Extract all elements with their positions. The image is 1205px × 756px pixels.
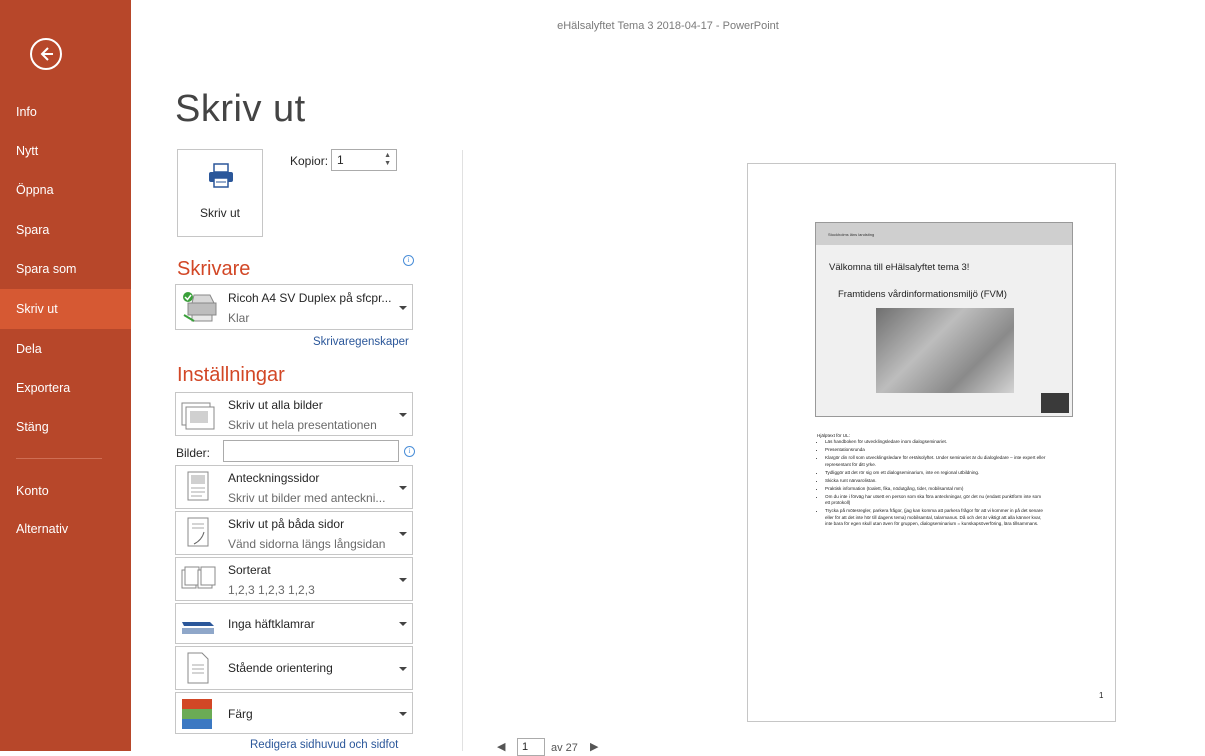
printer-heading: Skrivare bbox=[177, 258, 251, 280]
print-range-subtitle: Skriv ut hela presentationen bbox=[228, 418, 377, 432]
portrait-page-icon bbox=[180, 651, 216, 690]
slide-thumbnail: Stockholms läns landsting Välkomna till … bbox=[815, 222, 1073, 417]
duplex-subtitle: Vänd sidorna längs långsidan bbox=[228, 537, 386, 551]
notes-item: Klargör din roll som utvecklingsledare f… bbox=[825, 455, 1047, 468]
slide-title-2: Framtidens vårdinformationsmiljö (FVM) bbox=[838, 289, 1007, 300]
notes-item: Om du inte i förväg har utsett en person… bbox=[825, 494, 1047, 507]
notes-page-icon bbox=[180, 470, 216, 509]
duplex-page-icon bbox=[180, 516, 216, 555]
color-dropdown[interactable]: Färg bbox=[175, 692, 413, 734]
copies-stepper[interactable]: 1 ▲ ▼ bbox=[331, 149, 397, 171]
printer-status: Klar bbox=[228, 311, 250, 325]
sidebar-item-oppna[interactable]: Öppna bbox=[0, 170, 131, 210]
notes-item: Presentationsrunda bbox=[825, 447, 1047, 453]
stepper-arrows-icon[interactable]: ▲ ▼ bbox=[384, 152, 391, 168]
color-swatch-icon bbox=[180, 697, 216, 736]
slides-stack-icon bbox=[180, 397, 216, 436]
chevron-down-icon bbox=[399, 306, 407, 310]
sidebar-item-dela[interactable]: Dela bbox=[0, 329, 131, 369]
next-page-icon[interactable]: ▶ bbox=[590, 740, 598, 753]
info-icon[interactable]: i bbox=[404, 446, 415, 457]
print-button-label: Skriv ut bbox=[199, 206, 240, 220]
printer-name: Ricoh A4 SV Duplex på sfcpr... bbox=[228, 291, 392, 305]
edit-header-footer-link[interactable]: Redigera sidhuvud och sidfot bbox=[250, 739, 398, 751]
notes-item: Tydliggör att det rör sig om ett dialogs… bbox=[825, 470, 1047, 476]
copies-value: 1 bbox=[337, 153, 344, 167]
printer-dropdown[interactable]: Ricoh A4 SV Duplex på sfcpr... Klar bbox=[175, 284, 413, 330]
notes-item: Skicka runt närvarolistan. bbox=[825, 478, 1047, 484]
collate-pages-icon bbox=[180, 562, 216, 601]
notes-text: Hjälptext för UL: Läs handboken för utve… bbox=[817, 433, 1047, 529]
notes-item: Läs handboken för utvecklingsledare inom… bbox=[825, 439, 1047, 445]
print-button[interactable]: Skriv ut bbox=[177, 149, 263, 237]
slides-input[interactable] bbox=[223, 440, 399, 462]
print-range-title: Skriv ut alla bilder bbox=[228, 398, 323, 412]
chevron-down-icon bbox=[399, 532, 407, 536]
staple-dropdown[interactable]: Inga häftklamrar bbox=[175, 603, 413, 644]
sidebar-item-info[interactable]: Info bbox=[0, 92, 131, 132]
sidebar-item-exportera[interactable]: Exportera bbox=[0, 368, 131, 408]
print-preview-page: Stockholms läns landsting Välkomna till … bbox=[747, 163, 1116, 722]
chevron-down-icon bbox=[399, 712, 407, 716]
sidebar-item-konto[interactable]: Konto bbox=[0, 471, 131, 511]
preview-page-number: 1 bbox=[1099, 691, 1104, 700]
sidebar-item-nytt[interactable]: Nytt bbox=[0, 131, 131, 171]
chevron-down-icon bbox=[399, 667, 407, 671]
layout-dropdown[interactable]: Anteckningssidor Skriv ut bilder med ant… bbox=[175, 465, 413, 509]
pane-divider bbox=[462, 150, 463, 751]
printer-icon bbox=[206, 162, 236, 195]
chevron-down-icon bbox=[399, 578, 407, 582]
orientation-title: Stående orientering bbox=[228, 661, 333, 675]
printer-device-icon bbox=[180, 289, 220, 332]
page-title: Skriv ut bbox=[175, 88, 306, 130]
slide-photo bbox=[876, 308, 1014, 393]
notes-item: Praktisk information (toalett, fika, nöd… bbox=[825, 486, 1047, 492]
slide-title-1: Välkomna till eHälsalyftet tema 3! bbox=[829, 262, 970, 273]
copies-label: Kopior: bbox=[290, 154, 329, 168]
staple-title: Inga häftklamrar bbox=[228, 617, 315, 631]
chevron-down-icon bbox=[399, 413, 407, 417]
slides-label: Bilder: bbox=[176, 446, 211, 460]
info-icon[interactable]: i bbox=[403, 255, 414, 266]
page-count-label: av 27 bbox=[551, 742, 578, 754]
orientation-dropdown[interactable]: Stående orientering bbox=[175, 646, 413, 690]
sidebar-item-stang[interactable]: Stäng bbox=[0, 407, 131, 447]
collate-subtitle: 1,2,3 1,2,3 1,2,3 bbox=[228, 583, 315, 597]
color-title: Färg bbox=[228, 707, 253, 721]
sidebar-item-skriv-ut[interactable]: Skriv ut bbox=[0, 289, 131, 329]
layout-subtitle: Skriv ut bilder med anteckni... bbox=[228, 491, 386, 505]
settings-heading: Inställningar bbox=[177, 364, 285, 386]
chevron-down-icon bbox=[399, 622, 407, 626]
sidebar-item-alternativ[interactable]: Alternativ bbox=[0, 509, 131, 549]
duplex-title: Skriv ut på båda sidor bbox=[228, 517, 345, 531]
notes-item: Trycka på mötesregler, parkera frågor, (… bbox=[825, 508, 1047, 527]
printer-properties-link[interactable]: Skrivaregenskaper bbox=[313, 336, 409, 348]
print-range-dropdown[interactable]: Skriv ut alla bilder Skriv ut hela prese… bbox=[175, 392, 413, 436]
window-title: eHälsalyftet Tema 3 2018-04-17 - PowerPo… bbox=[557, 20, 779, 32]
chevron-down-icon bbox=[399, 486, 407, 490]
back-arrow-icon[interactable] bbox=[30, 38, 62, 70]
sidebar-divider bbox=[16, 458, 102, 459]
page-number-input[interactable]: 1 bbox=[517, 738, 545, 756]
collate-dropdown[interactable]: Sorterat 1,2,3 1,2,3 1,2,3 bbox=[175, 557, 413, 601]
slide-org-name: Stockholms läns landsting bbox=[828, 232, 875, 237]
layout-title: Anteckningssidor bbox=[228, 471, 320, 485]
collate-title: Sorterat bbox=[228, 563, 271, 577]
eu-flag-logo bbox=[1041, 393, 1069, 413]
stapler-icon bbox=[180, 608, 216, 645]
sidebar-item-spara[interactable]: Spara bbox=[0, 210, 131, 250]
backstage-sidebar: Info Nytt Öppna Spara Spara som Skriv ut… bbox=[0, 0, 131, 751]
previous-page-icon[interactable]: ◀ bbox=[497, 740, 505, 753]
sidebar-item-spara-som[interactable]: Spara som bbox=[0, 249, 131, 289]
duplex-dropdown[interactable]: Skriv ut på båda sidor Vänd sidorna läng… bbox=[175, 511, 413, 555]
